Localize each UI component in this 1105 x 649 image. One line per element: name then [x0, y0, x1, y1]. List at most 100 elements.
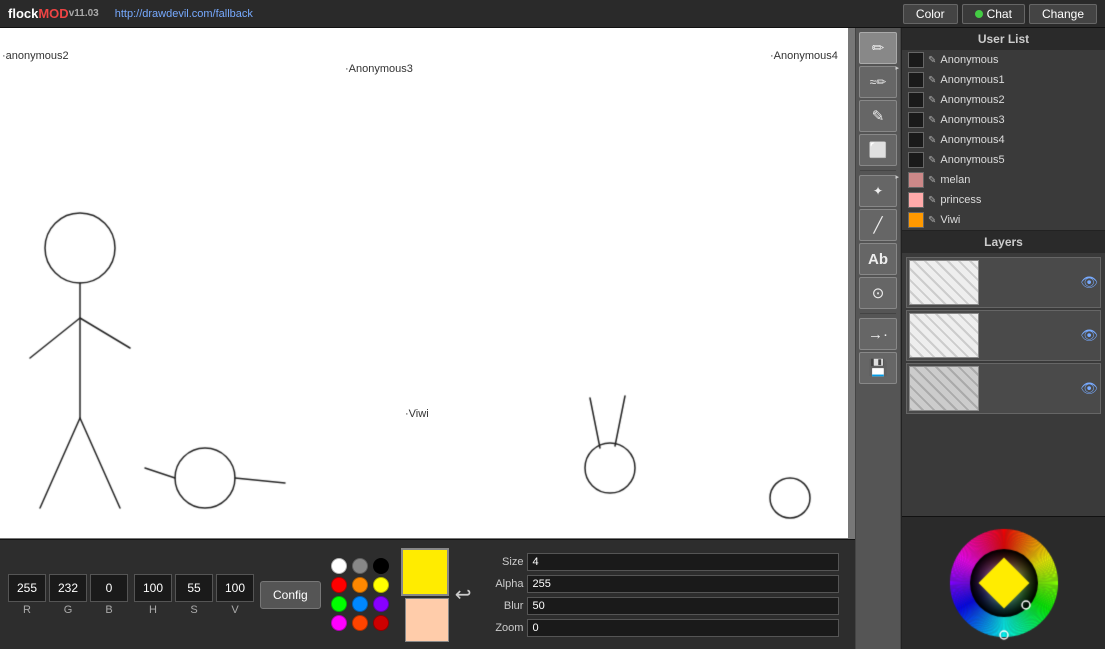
chat-dot	[975, 10, 983, 18]
color-dot-5[interactable]	[373, 577, 389, 593]
layer-item-2[interactable]: 👁	[906, 310, 1101, 361]
canvas-wrapper[interactable]: ·anonymous2 ·Anonymous3 ·Anonymous4 ·Ano…	[0, 28, 855, 539]
user-name-3: Anonymous3	[940, 114, 1004, 126]
user-item-3[interactable]: ✎ Anonymous3	[902, 110, 1105, 130]
tool-separator-2	[860, 313, 896, 314]
color-dot-1[interactable]	[352, 558, 368, 574]
color-dot-2[interactable]	[373, 558, 389, 574]
color-button[interactable]: Color	[903, 4, 958, 24]
user-swatch-0	[908, 52, 924, 68]
color-dot-8[interactable]	[373, 596, 389, 612]
s-input[interactable]	[175, 574, 213, 602]
user-swatch-8	[908, 212, 924, 228]
user-label-anon3: ·Anonymous3	[345, 63, 413, 75]
save-tool[interactable]: 💾	[859, 352, 897, 384]
user-name-5: Anonymous5	[940, 154, 1004, 166]
layer-item-3[interactable]: 👁	[906, 363, 1101, 414]
blur-input[interactable]	[527, 597, 839, 615]
color-dot-6[interactable]	[331, 596, 347, 612]
brush-tool-wrap: ✏	[859, 32, 897, 64]
text-tool[interactable]: Ab	[859, 243, 897, 275]
url-label: http://drawdevil.com/fallback	[115, 8, 903, 20]
magic-tool-wrap: ✦ ▸	[859, 175, 897, 207]
magic-tool[interactable]: ✦	[859, 175, 897, 207]
user-swatch-3	[908, 112, 924, 128]
user-item-5[interactable]: ✎ Anonymous5	[902, 150, 1105, 170]
h-input[interactable]	[134, 574, 172, 602]
user-item-8[interactable]: ✎ Viwi	[902, 210, 1105, 230]
config-button[interactable]: Config	[260, 581, 321, 609]
user-edit-icon-1: ✎	[928, 75, 936, 86]
user-label-anon2: ·anonymous2	[2, 50, 69, 62]
eraser-tool[interactable]: ⬜	[859, 134, 897, 166]
user-edit-icon-8: ✎	[928, 215, 936, 226]
secondary-swatch[interactable]	[405, 598, 449, 642]
layer-thumb-2	[909, 313, 979, 358]
user-label-anon4: ·Anonymous4	[770, 50, 838, 62]
user-name-1: Anonymous1	[940, 74, 1004, 86]
primary-swatch[interactable]	[401, 548, 449, 596]
expand-arrow: ▸	[895, 64, 899, 72]
eyedropper-tool[interactable]: ⊙	[859, 277, 897, 309]
color-dot-9[interactable]	[331, 615, 347, 631]
move-tool[interactable]: →·	[859, 318, 897, 350]
layer-eye-1[interactable]: 👁	[1080, 274, 1098, 291]
zoom-row: Zoom	[485, 619, 839, 637]
user-item-2[interactable]: ✎ Anonymous2	[902, 90, 1105, 110]
layer-thumb-1	[909, 260, 979, 305]
bottom-controls: R G B H S	[0, 539, 855, 649]
b-input[interactable]	[90, 574, 128, 602]
zoom-input[interactable]	[527, 619, 839, 637]
color-dot-11[interactable]	[373, 615, 389, 631]
eraser-tool-wrap: ⬜	[859, 134, 897, 166]
layer-item-1[interactable]: 👁	[906, 257, 1101, 308]
layer-eye-2[interactable]: 👁	[1080, 327, 1098, 344]
s-channel: S	[175, 574, 213, 616]
color-dot-0[interactable]	[331, 558, 347, 574]
brush-tool[interactable]: ✏	[859, 32, 897, 64]
color-wheel-section[interactable]	[902, 516, 1105, 649]
drawing-canvas[interactable]	[0, 28, 848, 538]
user-item-1[interactable]: ✎ Anonymous1	[902, 70, 1105, 90]
swatch-row-secondary	[401, 598, 449, 642]
pencil-tool[interactable]: ✎	[859, 100, 897, 132]
color-dot-3[interactable]	[331, 577, 347, 593]
layer-eye-3[interactable]: 👁	[1080, 380, 1098, 397]
layers-title: Layers	[902, 231, 1105, 253]
user-item-4[interactable]: ✎ Anonymous4	[902, 130, 1105, 150]
user-list-title: User List	[902, 28, 1105, 50]
user-item-0[interactable]: ✎ Anonymous	[902, 50, 1105, 70]
blur-row: Blur	[485, 597, 839, 615]
v-input[interactable]	[216, 574, 254, 602]
user-item-7[interactable]: ✎ princess	[902, 190, 1105, 210]
r-input[interactable]	[8, 574, 46, 602]
color-dot-4[interactable]	[352, 577, 368, 593]
size-row: Size	[485, 553, 839, 571]
user-swatch-7	[908, 192, 924, 208]
g-input[interactable]	[49, 574, 87, 602]
color-dot-7[interactable]	[352, 596, 368, 612]
color-wheel[interactable]	[944, 523, 1064, 643]
h-label: H	[149, 604, 157, 616]
user-swatch-1	[908, 72, 924, 88]
r-channel: R	[8, 574, 46, 616]
alpha-input[interactable]	[527, 575, 839, 593]
size-input[interactable]	[527, 553, 839, 571]
zoom-label: Zoom	[485, 622, 523, 634]
user-item-6[interactable]: ✎ melan	[902, 170, 1105, 190]
user-swatch-2	[908, 92, 924, 108]
chat-button[interactable]: Chat	[962, 4, 1025, 24]
color-swatches	[401, 548, 449, 642]
s-label: S	[190, 604, 197, 616]
change-button[interactable]: Change	[1029, 4, 1097, 24]
airbrush-tool[interactable]: ≈✏	[859, 66, 897, 98]
g-label: G	[64, 604, 73, 616]
layer-thumb-3	[909, 366, 979, 411]
user-swatch-5	[908, 152, 924, 168]
color-dot-grid	[327, 554, 395, 635]
undo-button[interactable]: ↩	[455, 582, 472, 607]
color-dot-10[interactable]	[352, 615, 368, 631]
size-label: Size	[485, 556, 523, 568]
line-tool[interactable]: ╱	[859, 209, 897, 241]
v-label: V	[231, 604, 238, 616]
